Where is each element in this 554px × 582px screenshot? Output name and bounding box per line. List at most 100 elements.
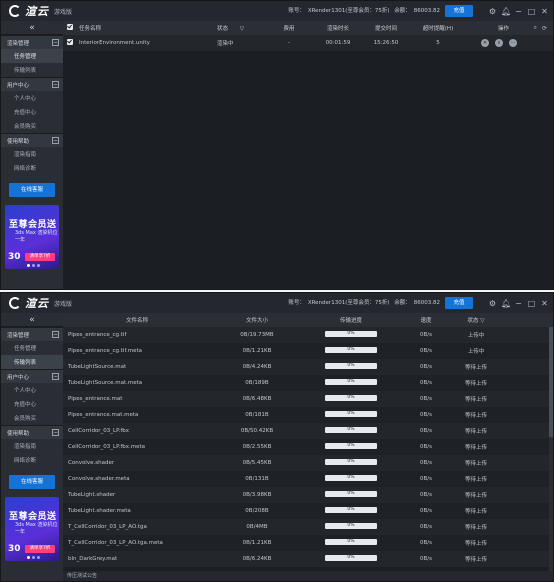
close-icon[interactable]: ✕ xyxy=(540,299,549,308)
col-render-time: 渲染时长 xyxy=(326,26,349,32)
toggle-icon[interactable]: − xyxy=(52,429,59,436)
transfer-row[interactable]: T_CellCorridor_03_LP_AO.tga.meta 0B/1.21K… xyxy=(63,535,553,551)
promo-banner[interactable]: 至尊会员送 3ds Max 渲染机位一年 30 清单享7折 xyxy=(5,497,59,561)
bell-icon[interactable]: 🔔︎ xyxy=(501,7,511,16)
collapse-sidebar-icon[interactable]: « xyxy=(1,313,63,327)
nav-group-user[interactable]: 用户中心 − xyxy=(1,369,63,383)
sidebar-item-render-guide[interactable]: 渲染指南 xyxy=(1,439,63,453)
close-icon[interactable]: ✕ xyxy=(540,7,549,16)
transfer-row[interactable]: CellCorridor_03_LP.fbx.meta 0B/2.55KB 0% 0B… xyxy=(63,439,553,455)
transfer-status: 等待上传 xyxy=(464,413,487,419)
task-row[interactable]: InteriorEnvironment.unity 渲染中 - 00:01:59 15:… xyxy=(63,35,553,51)
promo-pager[interactable] xyxy=(27,556,40,559)
transfer-row[interactable]: Pipes_entrance.mat 0B/6.48KB 0% 0B/s 等待上传 xyxy=(63,391,553,407)
sidebar-item-transfer-list[interactable]: 传输列表 xyxy=(1,63,63,77)
sidebar-item-personal-center[interactable]: 个人中心 xyxy=(1,383,63,397)
nav-group-user[interactable]: 用户中心 − xyxy=(1,77,63,91)
file-size: 0B/4MB xyxy=(246,524,268,530)
sidebar-item-membership[interactable]: 会员购买 xyxy=(1,119,63,133)
file-size: 0B/131B xyxy=(245,476,269,482)
nav-group-help[interactable]: 使用帮助 − xyxy=(1,425,63,439)
maximize-icon[interactable]: □ xyxy=(527,299,536,308)
toggle-icon[interactable]: − xyxy=(52,331,59,338)
transfer-row[interactable]: Pipes_entrance.mat.meta 0B/181B 0% 0B/s 等待上传 xyxy=(63,407,553,423)
gear-icon[interactable]: ⚙ xyxy=(488,7,497,16)
row-checkbox[interactable] xyxy=(67,39,73,45)
gear-icon[interactable]: ⚙ xyxy=(488,299,497,308)
sidebar-item-network-diagnosis[interactable]: 网络诊断 xyxy=(1,161,63,175)
transfer-row[interactable]: Convolve.shader.meta 0B/131B 0% 0B/s 等待上传 xyxy=(63,471,553,487)
promo-pager[interactable] xyxy=(27,264,40,267)
nav-group-label: 用户中心 xyxy=(7,82,30,89)
transfer-status: 等待上传 xyxy=(464,429,487,435)
online-support-button[interactable]: 在线客服 xyxy=(9,183,55,197)
sidebar-item-task-management[interactable]: 任务管理 xyxy=(1,341,63,355)
transfer-row[interactable]: TubeLight.shader 0B/3.98KB 0% 0B/s 等待上传 xyxy=(63,487,553,503)
sidebar-item-personal-center[interactable]: 个人中心 xyxy=(1,91,63,105)
nav-group-help[interactable]: 使用帮助 − xyxy=(1,133,63,147)
minimize-icon[interactable]: − xyxy=(514,299,523,308)
progress-label: 0% xyxy=(347,475,355,480)
transfer-row[interactable]: Pipes_entrance_cg.tif 0B/19.73MB 0% 0B/s 上传中 xyxy=(63,327,553,343)
sidebar-item-network-diagnosis[interactable]: 网络诊断 xyxy=(1,453,63,467)
edition-label: 游戏版 xyxy=(54,300,73,308)
bell-icon[interactable]: 🔔︎ xyxy=(501,299,511,308)
transfer-status: 等待上传 xyxy=(464,445,487,451)
recharge-button[interactable]: 充值 xyxy=(445,5,473,17)
col-status[interactable]: 状态 ▽ xyxy=(217,24,265,32)
nav-group-render[interactable]: 渲染管理 − xyxy=(1,35,63,49)
stop-icon[interactable]: ✕ xyxy=(481,39,489,47)
toggle-icon[interactable]: − xyxy=(52,39,59,46)
collapse-sidebar-icon[interactable]: « xyxy=(1,21,63,35)
minimize-icon[interactable]: − xyxy=(514,7,523,16)
more-icon[interactable]: ⋯ xyxy=(509,39,517,47)
transfer-row[interactable]: TubeLightSource.mat.meta 0B/189B 0% 0B/s 等待上… xyxy=(63,375,553,391)
transfer-row[interactable]: Pipes_entrance_cg.tif.meta 0B/1.21KB 0% 0B/… xyxy=(63,343,553,359)
transfer-window: 渲云 游戏版 账号： XRender1301(至尊会员：75折) 余额： 86003… xyxy=(0,292,554,582)
toggle-icon[interactable]: − xyxy=(52,137,59,144)
recharge-button[interactable]: 充值 xyxy=(445,297,473,309)
progress-label: 0% xyxy=(347,331,355,336)
transfer-row[interactable]: CellCorridor_03_LP.fbx 0B/50.42KB 0% 0B/s 等待… xyxy=(63,423,553,439)
col-timeout: 超时提醒(H) xyxy=(422,26,454,32)
refresh-icon[interactable]: ⟳ xyxy=(542,25,547,32)
col-speed: 速度 xyxy=(420,318,432,324)
scrollbar[interactable] xyxy=(549,327,553,571)
transfer-speed: 0B/s xyxy=(420,524,432,530)
col-status[interactable]: 状态 ▽ xyxy=(453,316,499,324)
file-name: TubeLightSource.mat xyxy=(68,364,127,370)
col-ops: 操作 xyxy=(497,26,509,32)
sidebar-item-recharge-center[interactable]: 充值中心 xyxy=(1,397,63,411)
file-size: 0B/208B xyxy=(245,508,269,514)
file-name: Convolve.shader xyxy=(68,460,115,466)
transfer-row[interactable]: bln_DarkGrey.mat 0B/6.24KB 0% 0B/s 等待上传 xyxy=(63,551,553,567)
promo-banner[interactable]: 至尊会员送 3ds Max 渲染机位一年 30 清单享7折 xyxy=(5,205,59,269)
sidebar-item-render-guide[interactable]: 渲染指南 xyxy=(1,147,63,161)
sidebar-item-transfer-list[interactable]: 传输列表 xyxy=(1,355,63,369)
file-size: 0B/5.45KB xyxy=(242,460,272,466)
transfer-row[interactable]: TubeLight.shader.meta 0B/208B 0% 0B/s 等待上传 xyxy=(63,503,553,519)
filter-icon[interactable]: ▽ xyxy=(240,26,244,32)
task-panel: 任务名称 状态 ▽ 费用 渲染时长 提交时间 超时提醒(H) 操作 ⌕ ⟳ In… xyxy=(63,21,553,289)
sidebar-item-task-management[interactable]: 任务管理 xyxy=(1,49,63,63)
progress-bar: 0% xyxy=(325,555,377,561)
maximize-icon[interactable]: □ xyxy=(527,7,536,16)
toggle-icon[interactable]: − xyxy=(52,373,59,380)
file-size: 0B/2.55KB xyxy=(242,444,272,450)
transfer-row[interactable]: Convolve.shader 0B/5.45KB 0% 0B/s 等待上传 xyxy=(63,455,553,471)
progress-label: 0% xyxy=(347,459,355,464)
online-support-button[interactable]: 在线客服 xyxy=(9,475,55,489)
sidebar-item-recharge-center[interactable]: 充值中心 xyxy=(1,105,63,119)
pause-icon[interactable]: ॥ xyxy=(495,39,503,47)
transfer-row[interactable]: T_CellCorridor_03_LP_AO.tga 0B/4MB 0% 0B/s 等… xyxy=(63,519,553,535)
transfer-status: 等待上传 xyxy=(464,397,487,403)
transfer-row[interactable]: TubeLightSource.mat 0B/4.24KB 0% 0B/s 等待上传 xyxy=(63,359,553,375)
search-icon[interactable]: ⌕ xyxy=(534,24,537,32)
nav-group-render[interactable]: 渲染管理 − xyxy=(1,327,63,341)
filter-icon[interactable]: ▽ xyxy=(480,318,484,324)
progress-label: 0% xyxy=(347,363,355,368)
sidebar-item-membership[interactable]: 会员购买 xyxy=(1,411,63,425)
toggle-icon[interactable]: − xyxy=(52,81,59,88)
select-all-checkbox[interactable] xyxy=(67,24,73,30)
scrollbar-thumb[interactable] xyxy=(549,327,553,437)
